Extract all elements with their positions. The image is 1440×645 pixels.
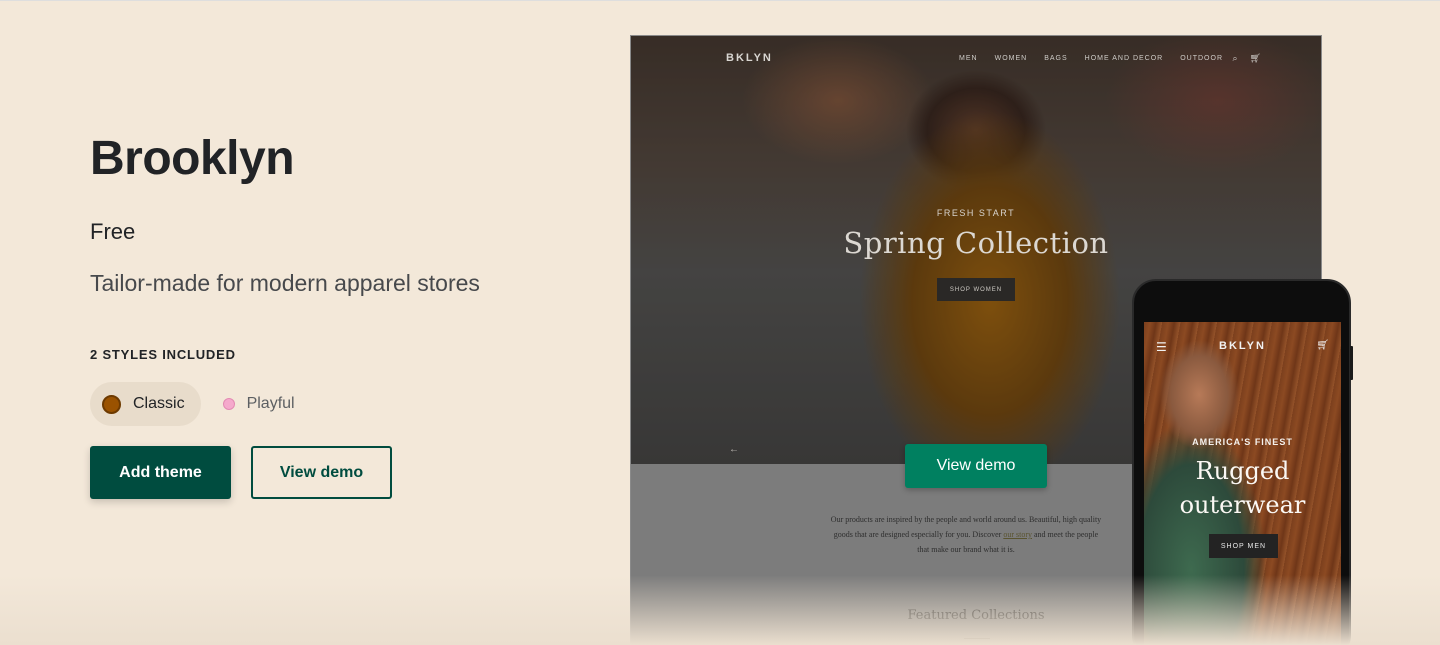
search-icon: ⌕ — [1232, 53, 1238, 63]
desktop-hero-title: Spring Collection — [843, 226, 1109, 260]
style-option-classic[interactable]: Classic — [90, 382, 201, 426]
mobile-site-logo: BKLYN — [1219, 340, 1266, 352]
mobile-hero-title: Rugged outerwear — [1179, 457, 1306, 519]
desktop-site-logo: BKLYN — [726, 52, 773, 64]
style-option-label: Playful — [246, 395, 295, 412]
our-story-link: our story — [1003, 530, 1032, 539]
view-demo-button[interactable]: View demo — [251, 446, 392, 499]
mobile-shop-men-button: SHOP MEN — [1209, 534, 1278, 558]
theme-info: Brooklyn Free Tailor-made for modern app… — [90, 129, 570, 499]
theme-title: Brooklyn — [90, 132, 295, 185]
nav-item-outdoor: OUTDOOR — [1180, 55, 1223, 62]
classic-swatch-icon — [102, 394, 121, 414]
playful-swatch-icon — [222, 398, 235, 410]
nav-item-home-and-decor: HOME AND DECOR — [1084, 55, 1164, 62]
theme-price: Free — [90, 219, 136, 244]
divider — [964, 638, 990, 639]
mobile-screen: ☰ BKLYN 🛒︎ AMERICA'S FINEST Rugged outer… — [1144, 322, 1341, 645]
mobile-topbar: ☰ BKLYN 🛒︎ — [1144, 340, 1341, 354]
desktop-site-nav: BKLYN MEN WOMEN BAGS HOME AND DECOR OUTD… — [631, 52, 1321, 68]
desktop-hero-eyebrow: FRESH START — [936, 208, 1016, 218]
style-option-playful[interactable]: Playful — [205, 382, 311, 426]
mobile-preview[interactable]: ☰ BKLYN 🛒︎ AMERICA'S FINEST Rugged outer… — [1132, 279, 1351, 645]
mobile-hero-eyebrow: AMERICA'S FINEST — [1192, 437, 1293, 447]
desktop-site-menu: MEN WOMEN BAGS HOME AND DECOR OUTDOOR — [959, 55, 1223, 62]
nav-item-bags: BAGS — [1044, 55, 1068, 62]
add-theme-button[interactable]: Add theme — [90, 446, 231, 499]
styles-heading: 2 STYLES INCLUDED — [90, 347, 236, 362]
desktop-intro-text: Our products are inspired by the people … — [830, 515, 1102, 554]
nav-item-women: WOMEN — [994, 55, 1028, 62]
cart-icon: 🛒︎ — [1249, 53, 1261, 63]
desktop-shop-women-button: SHOP WOMEN — [937, 278, 1015, 301]
preview-view-demo-button[interactable]: View demo — [905, 444, 1047, 488]
theme-actions: Add theme View demo — [90, 446, 570, 499]
style-option-label: Classic — [133, 395, 185, 412]
theme-tagline: Tailor-made for modern apparel stores — [90, 270, 480, 296]
cart-icon: 🛒︎ — [1316, 340, 1329, 351]
nav-item-men: MEN — [959, 55, 978, 62]
arrow-left-icon: ← — [729, 444, 739, 455]
phone-side-button — [1350, 346, 1353, 380]
style-selector: Classic Playful — [90, 382, 570, 426]
